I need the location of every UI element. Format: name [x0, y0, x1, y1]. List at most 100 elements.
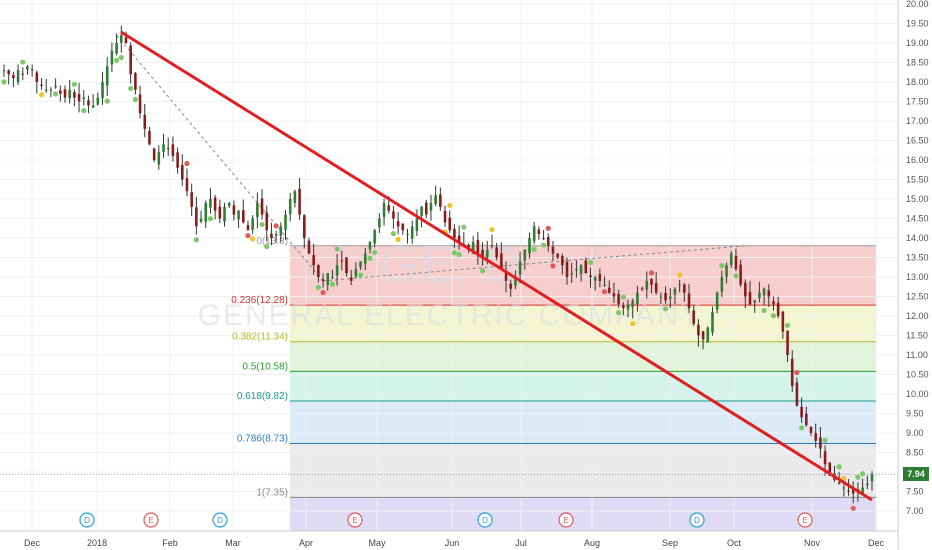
candle-body[interactable] — [181, 164, 184, 180]
candle-body[interactable] — [711, 312, 714, 333]
candle-body[interactable] — [575, 269, 578, 271]
candle-body[interactable] — [21, 73, 25, 75]
candle-body[interactable] — [213, 197, 217, 211]
candle-body[interactable] — [631, 300, 634, 308]
candle-body[interactable] — [44, 89, 48, 91]
candle-body[interactable] — [12, 75, 15, 79]
candle-body[interactable] — [143, 114, 147, 129]
candle-body[interactable] — [424, 202, 428, 215]
candle-body[interactable] — [218, 206, 222, 219]
candle-body[interactable] — [166, 148, 170, 150]
candle-body[interactable] — [77, 94, 81, 102]
candle-body[interactable] — [546, 237, 550, 246]
candle-body[interactable] — [232, 205, 236, 215]
candle-body[interactable] — [739, 264, 742, 285]
candle-body[interactable] — [809, 426, 813, 433]
candle-body[interactable] — [795, 382, 799, 406]
candle-body[interactable] — [373, 230, 376, 244]
candle-body[interactable] — [715, 292, 719, 310]
candle-body[interactable] — [35, 72, 39, 82]
candle-body[interactable] — [354, 269, 358, 277]
candle-body[interactable] — [476, 239, 480, 254]
candle-body[interactable] — [279, 226, 283, 236]
candle-body[interactable] — [321, 279, 325, 281]
candle-body[interactable] — [518, 261, 522, 275]
candle-body[interactable] — [654, 283, 658, 293]
candle-body[interactable] — [528, 238, 531, 254]
candle-body[interactable] — [570, 273, 574, 275]
candle-body[interactable] — [49, 89, 53, 91]
candle-body[interactable] — [701, 331, 705, 340]
candle-body[interactable] — [7, 70, 10, 75]
candle-body[interactable] — [603, 284, 606, 286]
candle-body[interactable] — [561, 255, 564, 266]
candle-body[interactable] — [101, 82, 104, 99]
candle-body[interactable] — [523, 249, 527, 261]
candle-body[interactable] — [288, 199, 292, 215]
candle-body[interactable] — [734, 255, 738, 270]
candle-body[interactable] — [152, 148, 156, 160]
candle-body[interactable] — [171, 144, 175, 157]
candle-body[interactable] — [495, 247, 498, 258]
candle-body[interactable] — [82, 97, 86, 100]
candle-body[interactable] — [176, 152, 179, 168]
candle-body[interactable] — [298, 188, 301, 215]
candle-body[interactable] — [776, 302, 780, 316]
candle-body[interactable] — [612, 293, 616, 297]
candle-body[interactable] — [54, 85, 57, 88]
candle-body[interactable] — [138, 94, 142, 114]
candle-body[interactable] — [767, 290, 771, 297]
candle-body[interactable] — [537, 229, 541, 235]
candle-body[interactable] — [73, 92, 76, 98]
candle-body[interactable] — [551, 246, 555, 254]
candle-body[interactable] — [237, 210, 240, 220]
candle-body[interactable] — [762, 288, 766, 296]
candle-body[interactable] — [439, 194, 442, 207]
candle-body[interactable] — [565, 261, 569, 277]
candle-body[interactable] — [823, 451, 827, 465]
candle-body[interactable] — [312, 255, 315, 266]
candle-body[interactable] — [209, 199, 212, 208]
candle-body[interactable] — [134, 72, 137, 90]
candle-body[interactable] — [59, 90, 62, 94]
candle-body[interactable] — [302, 215, 306, 238]
candle-body[interactable] — [340, 260, 344, 262]
candle-body[interactable] — [87, 100, 90, 106]
candle-body[interactable] — [162, 144, 165, 152]
candle-body[interactable] — [420, 206, 423, 216]
candle-body[interactable] — [331, 277, 334, 278]
candle-body[interactable] — [805, 413, 808, 426]
candle-body[interactable] — [870, 474, 874, 482]
candle-body[interactable] — [720, 277, 724, 292]
candle-body[interactable] — [396, 221, 400, 227]
candle-body[interactable] — [636, 292, 639, 305]
candle-body[interactable] — [124, 37, 128, 43]
candle-body[interactable] — [842, 487, 846, 489]
candle-body[interactable] — [270, 233, 273, 238]
candle-body[interactable] — [256, 202, 259, 218]
candle-body[interactable] — [485, 249, 489, 258]
candle-body[interactable] — [401, 223, 405, 231]
candle-body[interactable] — [246, 225, 250, 231]
candle-body[interactable] — [589, 275, 592, 277]
candle-body[interactable] — [640, 288, 644, 290]
candle-body[interactable] — [819, 437, 822, 449]
candle-body[interactable] — [368, 241, 372, 250]
candle-body[interactable] — [645, 280, 649, 290]
candle-body[interactable] — [68, 89, 71, 99]
candle-body[interactable] — [443, 210, 447, 223]
candle-body[interactable] — [748, 291, 752, 305]
candle-body[interactable] — [120, 35, 123, 43]
candle-body[interactable] — [359, 261, 362, 268]
candle-body[interactable] — [26, 66, 29, 70]
candle-body[interactable] — [650, 279, 653, 285]
candle-body[interactable] — [692, 310, 695, 324]
candle-body[interactable] — [129, 45, 132, 75]
candle-body[interactable] — [227, 202, 231, 207]
candle-body[interactable] — [847, 490, 850, 492]
candle-body[interactable] — [532, 226, 536, 242]
candle-body[interactable] — [434, 195, 437, 205]
candle-body[interactable] — [668, 296, 672, 300]
candle-body[interactable] — [673, 288, 677, 295]
candle-body[interactable] — [204, 202, 208, 222]
